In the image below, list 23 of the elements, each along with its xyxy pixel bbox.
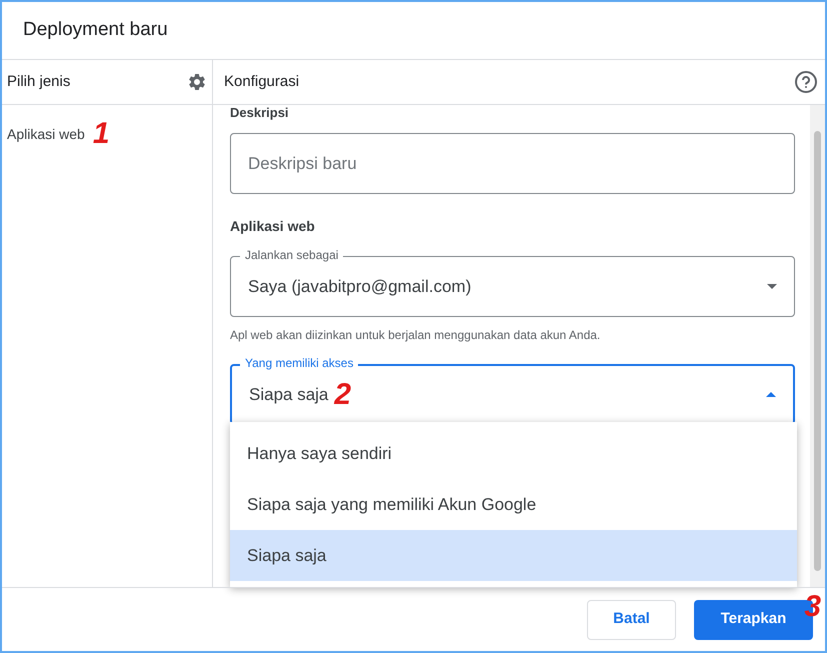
panel-title: Konfigurasi [224,72,300,92]
annotation-number: 1 [92,119,110,149]
field-label: Deskripsi [230,106,290,119]
annotation-number: 2 [334,380,352,410]
dialog-title: Deployment baru [23,18,168,42]
description-field[interactable]: Deskripsi baru [230,133,795,194]
settings-icon[interactable] [187,72,207,92]
field-value: Saya (javabitpro@gmail.com) [248,276,472,298]
cancel-button[interactable]: Batal [587,600,676,640]
helper-text: Apl web akan diizinkan untuk berjalan menggunakan data akun Anda. [230,327,602,344]
sidebar-item[interactable]: Aplikasi web [7,124,85,144]
menu-item[interactable]: Siapa saja yang memiliki Akun Google [230,479,797,530]
menu-item[interactable]: Siapa saja [230,530,797,581]
scrollbar-thumb[interactable] [814,131,821,571]
menu-item[interactable]: Hanya saya sendiri [230,428,797,479]
help-icon[interactable] [795,71,817,93]
caret-icon [767,284,777,289]
caret-icon [766,392,776,397]
field-label: Yang memiliki akses [240,355,358,371]
field-value: Siapa saja [249,384,328,406]
field-label: Jalankan sebagai [240,247,344,263]
section-title: Aplikasi web [230,217,316,236]
panel-title: Pilih jenis [7,72,70,92]
